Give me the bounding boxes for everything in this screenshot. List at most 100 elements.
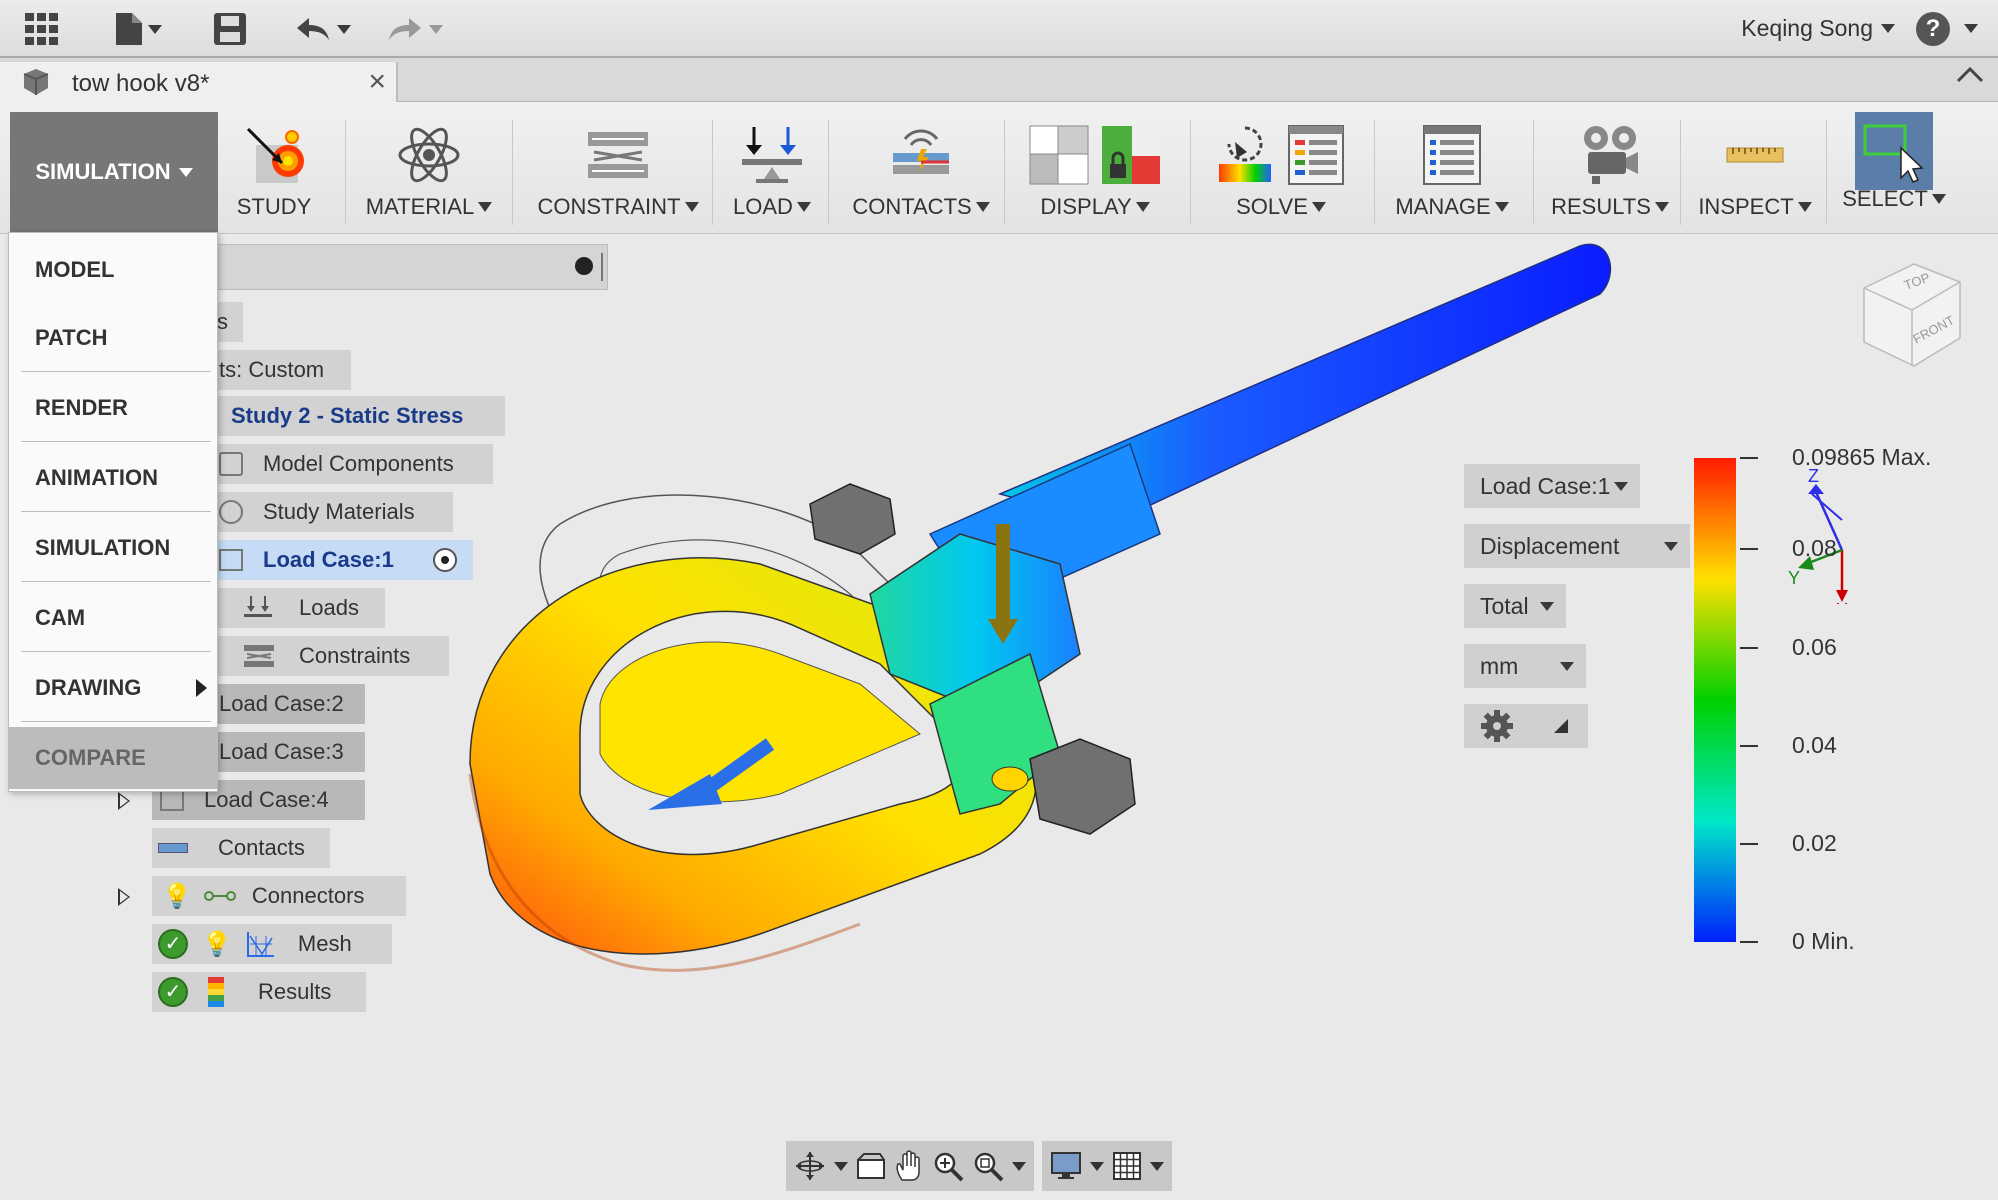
constraint-icon [588, 132, 648, 178]
collapse-toolbar-icon[interactable] [1956, 66, 1984, 84]
load-case-dropdown[interactable]: Load Case:1 [1464, 464, 1640, 508]
look-at-icon[interactable] [856, 1152, 886, 1180]
tree-row-load-case-2[interactable]: Load Case:2 [215, 684, 365, 724]
tree-row-units[interactable]: ts: Custom [215, 350, 351, 390]
tree-row-study[interactable]: Study 2 - Static Stress [215, 396, 505, 436]
load-case-4-icon [160, 789, 184, 811]
ribbon-toolbar: SIMULATION STUDY MATERIAL CONSTRAINT LOA… [0, 102, 1998, 234]
workspace-switcher-button[interactable]: SIMULATION [10, 112, 218, 232]
toolbar-separator [1190, 120, 1191, 225]
study-tool[interactable]: STUDY [232, 102, 316, 234]
browser-panel-header[interactable] [215, 244, 608, 290]
manage-icon [1423, 125, 1481, 185]
user-menu-caret[interactable] [1881, 24, 1895, 33]
help-icon[interactable]: ? [1916, 12, 1950, 46]
display-settings-caret[interactable] [1090, 1161, 1104, 1171]
select-label: SELECT [1842, 186, 1928, 211]
menu-divider [21, 371, 211, 372]
tree-row-connectors[interactable]: 💡 Connectors [152, 876, 406, 916]
tree-row-results[interactable]: ✓ Results [152, 972, 366, 1012]
workspace-patch[interactable]: PATCH [9, 305, 217, 371]
orbit-caret[interactable] [834, 1161, 848, 1171]
select-window-icon [1855, 112, 1933, 190]
redo-icon[interactable] [380, 10, 450, 48]
close-tab-icon[interactable]: × [368, 65, 386, 99]
workspace-simulation[interactable]: SIMULATION [9, 515, 217, 581]
data-panel-grid-icon[interactable] [22, 10, 62, 48]
zoom-window-icon[interactable] [972, 1150, 1004, 1182]
legend-options-button[interactable] [1464, 704, 1588, 748]
visibility-bulb-icon[interactable]: 💡 [162, 882, 192, 911]
application-bar: Keqing Song ? [0, 0, 1998, 58]
workspace-animation[interactable]: ANIMATION [9, 445, 217, 511]
contacts-small-icon [158, 843, 188, 853]
workspace-compare[interactable]: COMPARE [9, 727, 217, 789]
legend-tick [1740, 842, 1758, 845]
material-tool[interactable]: MATERIAL [362, 102, 496, 234]
document-tab-bar: tow hook v8* × [0, 58, 1998, 102]
toolbar-separator [1680, 120, 1681, 225]
orbit-icon[interactable] [794, 1150, 826, 1182]
constraints-icon [244, 645, 274, 667]
undo-caret [337, 24, 351, 34]
manage-tool[interactable]: MANAGE [1390, 102, 1514, 234]
results-tool[interactable]: RESULTS [1548, 102, 1672, 234]
result-component-dropdown[interactable]: Total [1464, 584, 1566, 628]
document-tab[interactable]: tow hook v8* × [0, 62, 398, 102]
browser-resize-handle[interactable] [601, 253, 603, 281]
file-menu-icon[interactable] [108, 10, 168, 48]
save-icon[interactable] [210, 10, 250, 48]
workspace-current-label: SIMULATION [35, 159, 171, 184]
tree-row-contacts[interactable]: Contacts [152, 828, 330, 868]
measure-ruler-icon [1726, 147, 1784, 163]
display-tool[interactable]: DISPLAY [1020, 102, 1170, 234]
constraint-tool[interactable]: CONSTRAINT [530, 102, 706, 234]
legend-label: 0.08 [1792, 535, 1837, 562]
grid-settings-icon[interactable] [1112, 1151, 1142, 1181]
tree-row-partial[interactable]: s [215, 302, 243, 342]
load-tool[interactable]: LOAD [728, 102, 816, 234]
workspace-render[interactable]: RENDER [9, 375, 217, 441]
solve-tool[interactable]: SOLVE [1206, 102, 1356, 234]
axis-triad: Z Y X [1788, 466, 1848, 604]
mesh-status-check-icon: ✓ [158, 929, 188, 959]
select-tool[interactable]: SELECT [1840, 102, 1948, 234]
tree-row-model-components[interactable]: Model Components [215, 444, 493, 484]
tree-row-constraints[interactable]: Constraints [215, 636, 449, 676]
contacts-label: CONTACTS [852, 194, 972, 219]
inspect-tool[interactable]: INSPECT [1696, 102, 1814, 234]
tree-row-mesh[interactable]: ✓ 💡 Mesh [152, 924, 392, 964]
navigation-bar [786, 1141, 1216, 1191]
help-menu-caret[interactable] [1964, 24, 1978, 33]
expand-load-case-4-icon[interactable] [118, 792, 130, 810]
menu-divider [21, 721, 211, 722]
user-name[interactable]: Keqing Song [1741, 15, 1873, 42]
tree-row-study-materials[interactable]: Study Materials [215, 492, 453, 532]
display-settings-monitor-icon[interactable] [1050, 1151, 1082, 1181]
workspace-drawing[interactable]: DRAWING [9, 655, 217, 721]
browser-collapse-icon[interactable] [575, 257, 593, 275]
zoom-caret[interactable] [1012, 1161, 1026, 1171]
workspace-cam[interactable]: CAM [9, 585, 217, 651]
tree-row-load-case-1[interactable]: Load Case:1 [215, 540, 473, 580]
units-dropdown[interactable]: mm [1464, 644, 1586, 688]
zoom-icon[interactable] [932, 1150, 964, 1182]
result-type-dropdown[interactable]: Displacement [1464, 524, 1690, 568]
workspace-model[interactable]: MODEL [9, 237, 217, 303]
manage-label: MANAGE [1395, 194, 1491, 219]
tree-row-loads[interactable]: Loads [215, 588, 385, 628]
expand-connectors-icon[interactable] [118, 888, 130, 906]
pan-hand-icon[interactable] [894, 1150, 924, 1182]
toolbar-separator [712, 120, 713, 225]
active-load-case-radio[interactable] [433, 548, 457, 572]
contacts-tool[interactable]: CONTACTS [846, 102, 996, 234]
grid-settings-caret[interactable] [1150, 1161, 1164, 1171]
tree-row-load-case-3[interactable]: Load Case:3 [215, 732, 365, 772]
view-cube[interactable]: TOP FRONT [1854, 258, 1970, 376]
mesh-visibility-bulb-icon[interactable]: 💡 [202, 930, 232, 959]
menu-divider [21, 581, 211, 582]
constraint-label: CONSTRAINT [537, 194, 681, 219]
undo-icon[interactable] [288, 10, 358, 48]
legend-tick [1740, 548, 1758, 551]
workspace-menu: MODEL PATCH RENDER ANIMATION SIMULATION … [8, 232, 218, 792]
